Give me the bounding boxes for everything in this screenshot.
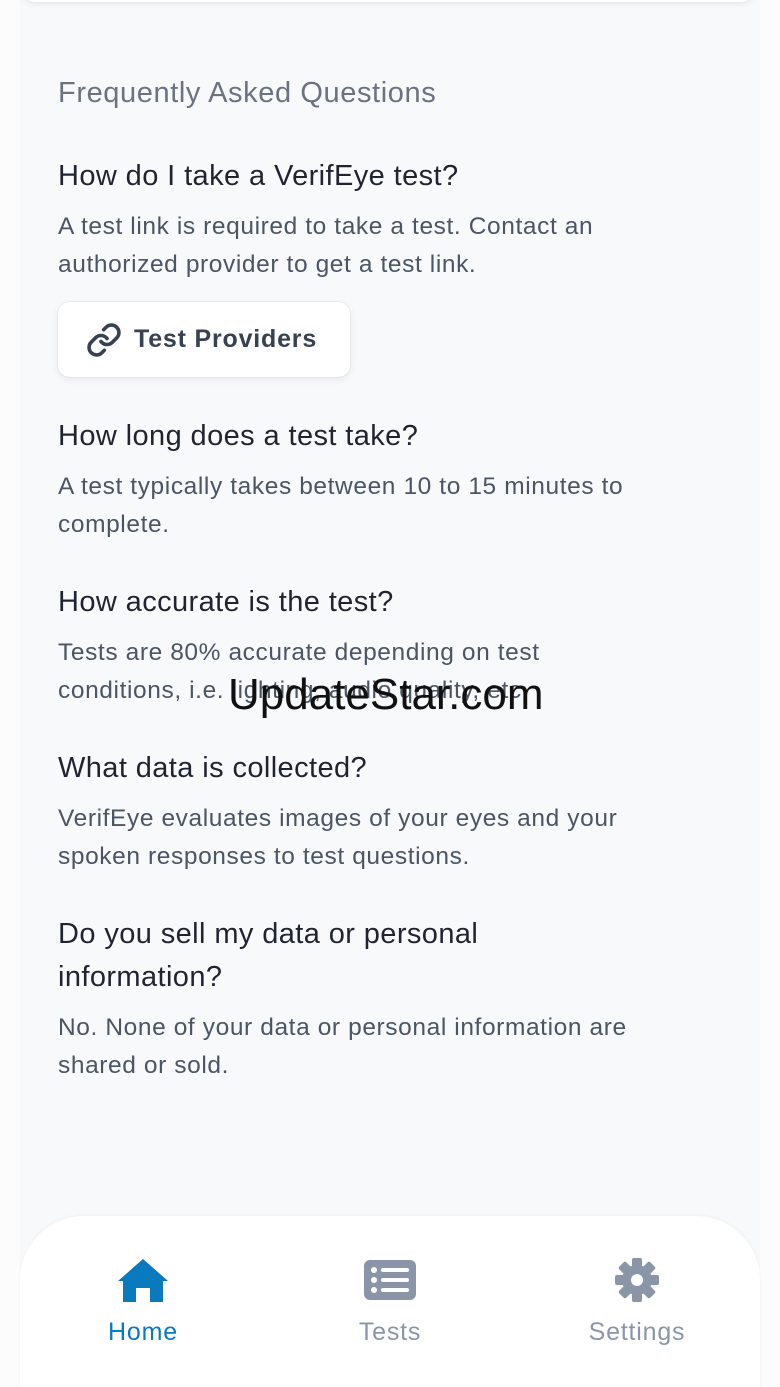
test-providers-button[interactable]: Test Providers — [58, 302, 350, 377]
top-card-edge — [20, 0, 756, 2]
faq-question-line: information? — [58, 961, 223, 993]
tab-label: Settings — [588, 1318, 686, 1346]
faq-answer-line: A test typically takes between 10 to 15 … — [58, 473, 624, 500]
faq-title: Frequently Asked Questions — [58, 77, 437, 109]
list-icon — [363, 1256, 417, 1304]
faq-answer-line: spoken responses to test questions. — [58, 843, 470, 870]
faq-answer-line: authorized provider to get a test link. — [58, 251, 477, 278]
faq-answer-line: VerifEye evaluates images of your eyes a… — [58, 805, 618, 832]
tab-tests[interactable]: Tests — [305, 1256, 475, 1356]
faq-question: How do I take a VerifEye test? — [58, 160, 459, 192]
faq-question: What data is collected? — [58, 752, 368, 784]
faq-answer-line: Tests are 80% accurate depending on test — [58, 639, 540, 666]
tab-settings[interactable]: Settings — [552, 1256, 722, 1356]
link-icon — [86, 322, 122, 358]
faq-question-line: Do you sell my data or personal — [58, 918, 479, 950]
watermark-text: UpdateStar.com — [228, 670, 544, 719]
faq-screen: Frequently Asked Questions How do I take… — [0, 0, 780, 1387]
gear-icon — [610, 1256, 664, 1304]
faq-question: How accurate is the test? — [58, 586, 394, 618]
faq-answer-line: No. None of your data or personal inform… — [58, 1014, 627, 1041]
faq-answer-line: A test link is required to take a test. … — [58, 213, 594, 240]
test-providers-label: Test Providers — [134, 325, 318, 353]
tab-label: Home — [108, 1318, 178, 1346]
home-icon — [116, 1256, 170, 1304]
tab-home[interactable]: Home — [58, 1256, 228, 1356]
tab-label: Tests — [358, 1318, 422, 1346]
faq-answer-line: complete. — [58, 511, 170, 538]
faq-answer-line: shared or sold. — [58, 1052, 230, 1079]
bottom-tab-bar: Home Tests Settings — [20, 1216, 760, 1387]
faq-question: How long does a test take? — [58, 420, 419, 452]
